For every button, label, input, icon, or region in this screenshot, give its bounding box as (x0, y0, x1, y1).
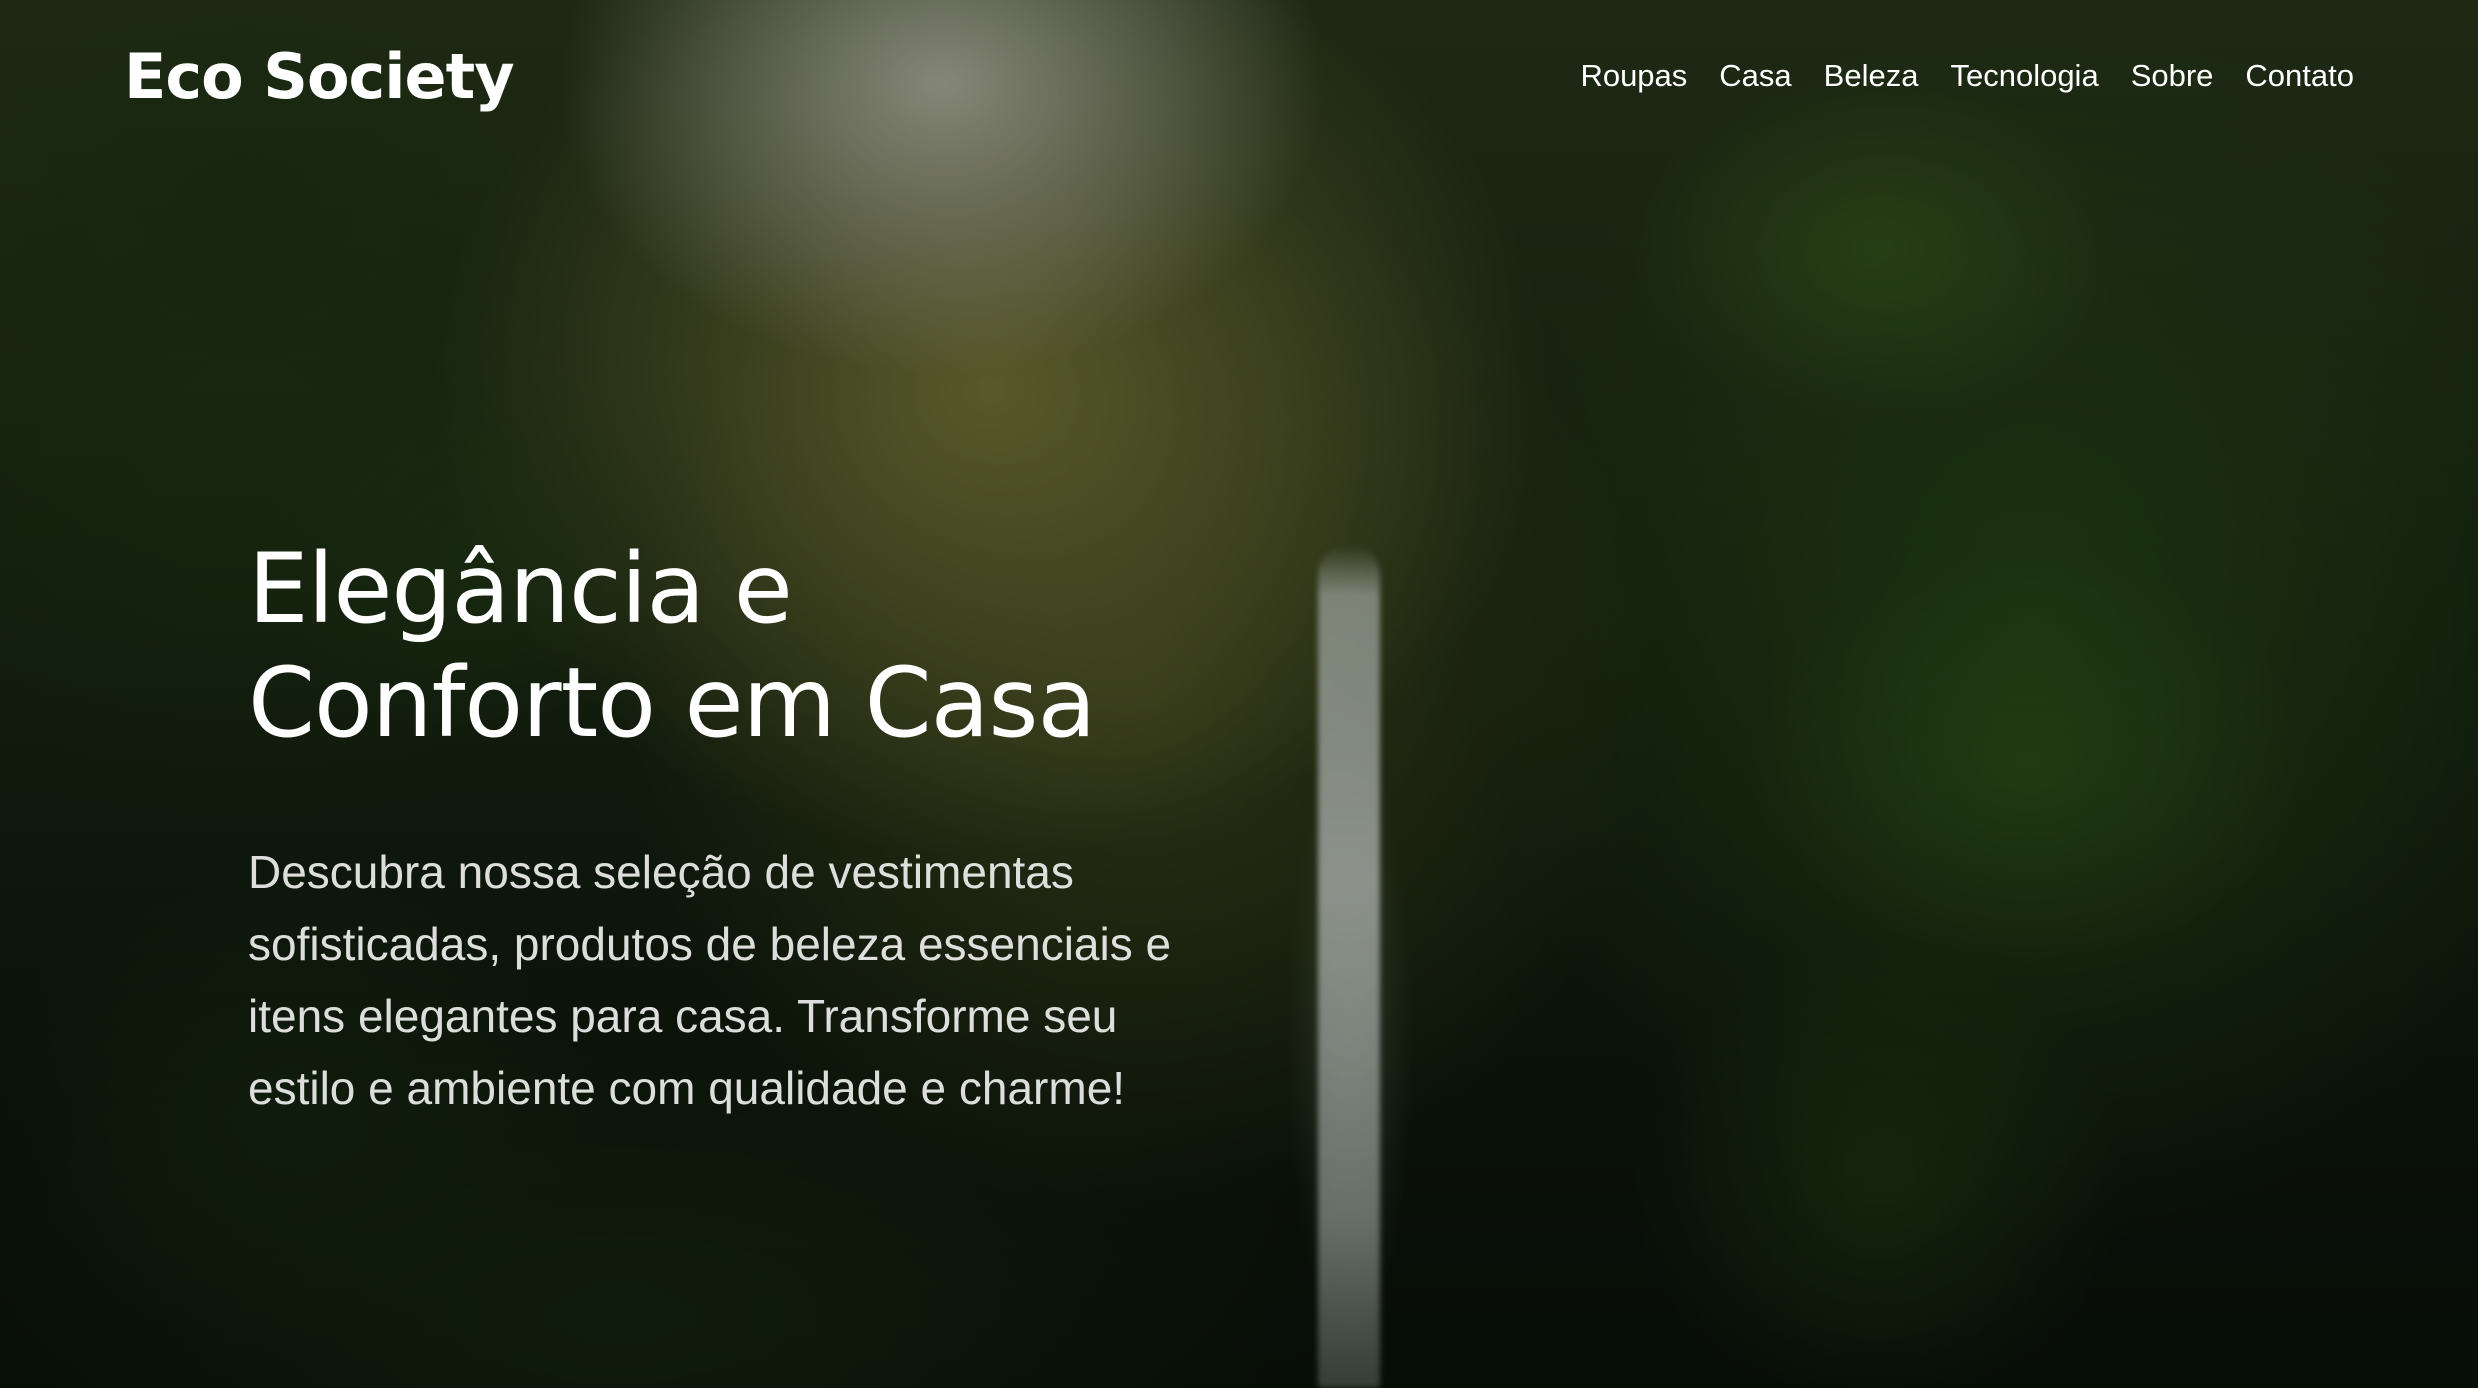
hero-title-line-2: Conforto em Casa (248, 647, 1096, 759)
nav-item-roupas: Roupas (1580, 58, 1687, 94)
nav-link-contato[interactable]: Contato (2245, 58, 2354, 93)
hero-title: Elegância e Conforto em Casa (248, 532, 1208, 760)
nav-item-tecnologia: Tecnologia (1950, 58, 2098, 94)
nav-link-beleza[interactable]: Beleza (1824, 58, 1919, 93)
brand-logo[interactable]: Eco Society (124, 40, 515, 113)
nav-link-sobre[interactable]: Sobre (2131, 58, 2214, 93)
nav-item-contato: Contato (2245, 58, 2354, 94)
hero-description: Descubra nossa seleção de vestimentas so… (248, 846, 1172, 1114)
hero-content: Elegância e Conforto em Casa Descubra no… (248, 532, 1208, 1124)
nav-link-tecnologia[interactable]: Tecnologia (1950, 58, 2098, 93)
nav-item-sobre: Sobre (2131, 58, 2214, 94)
nav-item-casa: Casa (1719, 58, 1791, 94)
navbar: Eco Society Roupas Casa Beleza Tecnologi… (0, 0, 2478, 160)
nav-link-casa[interactable]: Casa (1719, 58, 1791, 93)
hero-title-line-1: Elegância e (248, 533, 793, 645)
nav-link-roupas[interactable]: Roupas (1580, 58, 1687, 93)
nav-item-beleza: Beleza (1824, 58, 1919, 94)
nav-menu: Roupas Casa Beleza Tecnologia Sobre Cont… (1580, 58, 2354, 94)
hero-section: Eco Society Roupas Casa Beleza Tecnologi… (0, 0, 2478, 1388)
